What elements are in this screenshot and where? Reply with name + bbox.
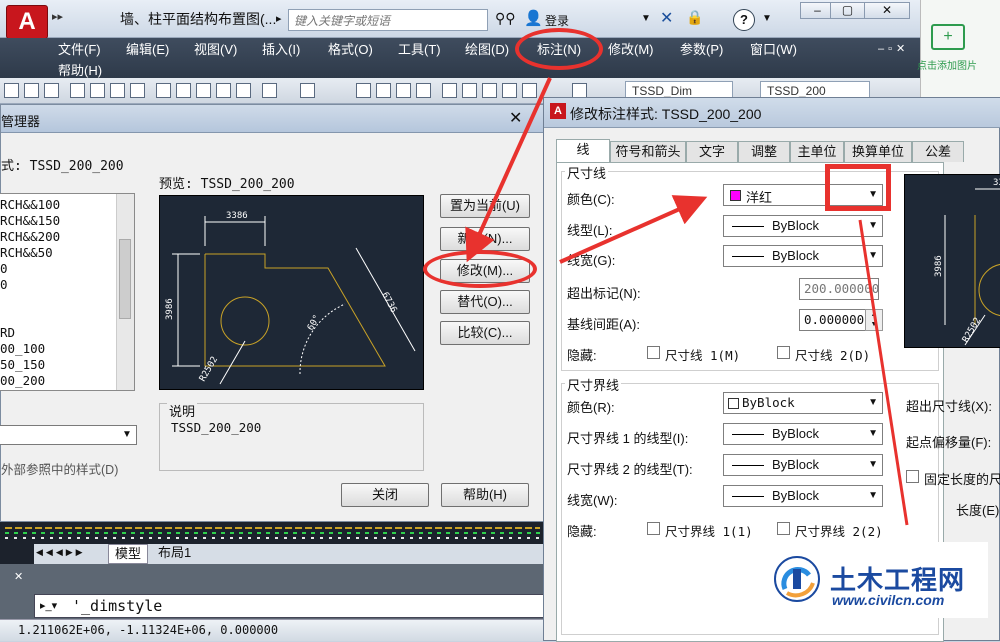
arrow-color-down	[858, 219, 909, 526]
watermark-url: www.civilcn.com	[832, 592, 945, 608]
civilcn-logo-icon	[774, 556, 820, 602]
arrow-menu-to-modify	[465, 77, 552, 263]
arrow-modify-to-color	[559, 195, 708, 264]
